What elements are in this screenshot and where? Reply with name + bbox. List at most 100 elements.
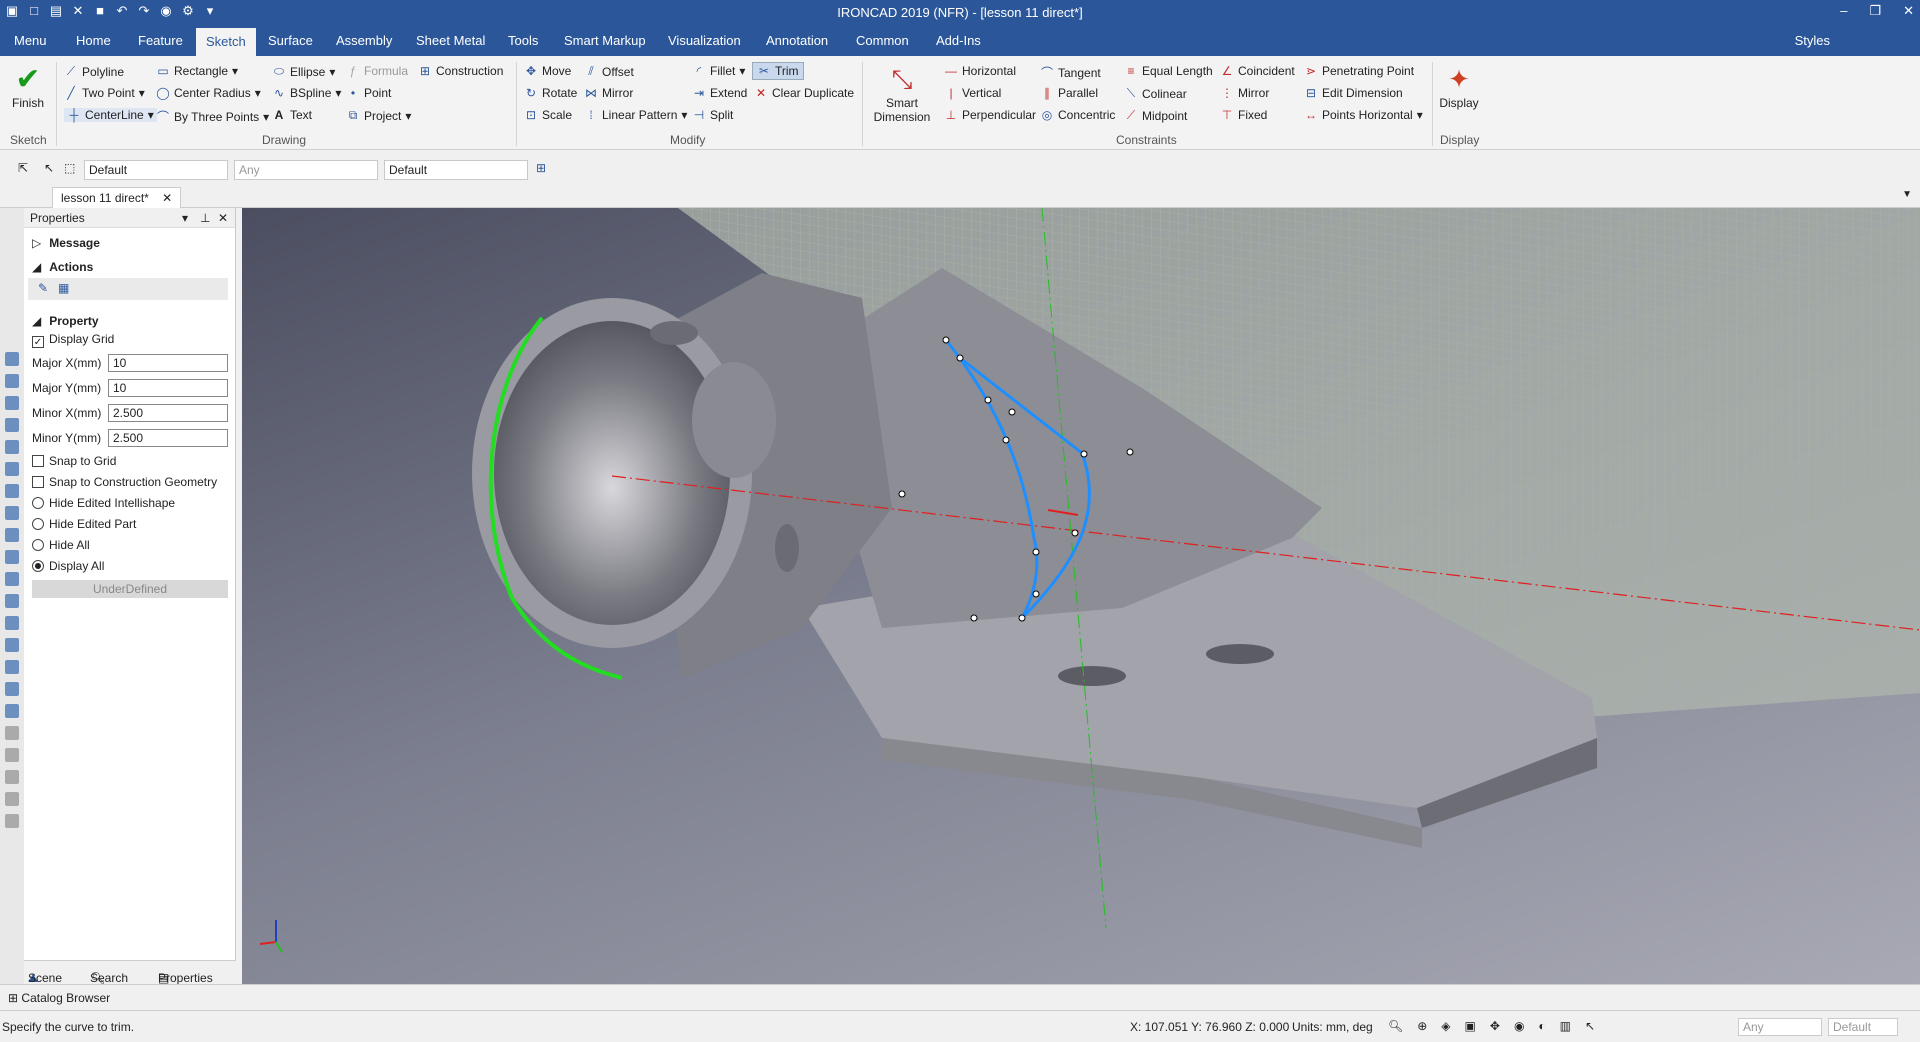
- tab-annotation[interactable]: Annotation: [766, 33, 828, 48]
- sketch-point[interactable]: [956, 354, 964, 362]
- tool-icon[interactable]: [5, 682, 19, 696]
- view-cube-icon[interactable]: ◈: [1441, 1019, 1450, 1033]
- view-orient-icon[interactable]: ▣: [1465, 1019, 1476, 1033]
- tool-icon[interactable]: [5, 638, 19, 652]
- sketch-point[interactable]: [1071, 529, 1079, 537]
- snap-to-grid-checkbox[interactable]: Snap to Grid: [32, 454, 116, 468]
- pan-icon[interactable]: ✥: [1490, 1019, 1500, 1033]
- tab-feature[interactable]: Feature: [138, 33, 183, 48]
- tree-icon[interactable]: ⊞: [536, 161, 546, 175]
- centerline-button[interactable]: ┼ CenterLine ▾: [64, 108, 157, 122]
- edit-dimension-button[interactable]: ⊟ Edit Dimension: [1304, 86, 1403, 100]
- edit-icon[interactable]: ✎: [38, 281, 48, 295]
- status-button[interactable]: UnderDefined: [32, 580, 228, 598]
- mirror-button[interactable]: ⋈ Mirror: [584, 86, 633, 100]
- horizontal-button[interactable]: — Horizontal: [944, 64, 1016, 78]
- message-section[interactable]: ▷ Message: [32, 236, 100, 250]
- tool-icon[interactable]: [5, 440, 19, 454]
- zoom-icon[interactable]: 🔍︎: [1388, 1019, 1403, 1033]
- shading-icon[interactable]: ◐: [1538, 1019, 1545, 1033]
- tool-icon[interactable]: [5, 726, 19, 740]
- colinear-button[interactable]: ⟍ Colinear: [1124, 86, 1187, 101]
- ellipse-button[interactable]: ⬭ Ellipse ▾: [272, 64, 336, 79]
- fillet-button[interactable]: ◜ Fillet ▾: [692, 64, 746, 78]
- split-button[interactable]: ⊣ Split: [692, 108, 734, 122]
- tool-icon[interactable]: [5, 506, 19, 520]
- point-button[interactable]: • Point: [346, 86, 391, 100]
- midpoint-button[interactable]: ⟋ Midpoint: [1124, 108, 1188, 123]
- tool-icon[interactable]: [5, 352, 19, 366]
- sketch-point[interactable]: [984, 396, 992, 404]
- tool-icon[interactable]: [5, 660, 19, 674]
- hide-edited-part-radio[interactable]: Hide Edited Part: [32, 517, 136, 531]
- chevron-down-icon[interactable]: ▾: [182, 211, 188, 225]
- tool-icon[interactable]: [5, 704, 19, 718]
- points-horizontal-button[interactable]: ↔ Points Horizontal ▾: [1304, 108, 1423, 122]
- formula-button[interactable]: ƒ Formula: [346, 64, 408, 78]
- filter-icon[interactable]: ⇱: [18, 161, 28, 175]
- display-all-radio[interactable]: Display All: [32, 559, 104, 573]
- parallel-button[interactable]: ∥ Parallel: [1040, 86, 1098, 100]
- sketch-point[interactable]: [970, 614, 978, 622]
- coincident-button[interactable]: ∠ Coincident: [1220, 64, 1295, 78]
- property-section[interactable]: ◢ Property: [32, 314, 99, 328]
- tool-icon[interactable]: [5, 572, 19, 586]
- actions-section[interactable]: ◢ Actions: [32, 260, 93, 274]
- text-button[interactable]: A Text: [272, 108, 312, 122]
- sketch-point[interactable]: [898, 490, 906, 498]
- zoom-window-icon[interactable]: ⊕: [1417, 1019, 1427, 1033]
- tab-sketch[interactable]: Sketch: [196, 28, 256, 56]
- tool-icon[interactable]: [5, 792, 19, 806]
- display-button[interactable]: ✦ Display: [1438, 62, 1480, 110]
- tab-common[interactable]: Common: [856, 33, 909, 48]
- finish-button[interactable]: ✔ Finish: [8, 64, 48, 111]
- fixed-button[interactable]: ⊤ Fixed: [1220, 108, 1268, 122]
- style-combo-2[interactable]: Default: [384, 160, 528, 180]
- pointer-icon[interactable]: ↖: [44, 161, 54, 175]
- major-x-input[interactable]: 10: [108, 354, 228, 372]
- style-combo-1[interactable]: Default: [84, 160, 228, 180]
- tangent-button[interactable]: ⌒ Tangent: [1040, 64, 1101, 81]
- tab-menu[interactable]: Menu: [14, 33, 47, 48]
- trim-button[interactable]: ✂ Trim: [752, 62, 804, 80]
- hide-edited-intellishape-radio[interactable]: Hide Edited Intellishape: [32, 496, 175, 510]
- tool-icon[interactable]: [5, 418, 19, 432]
- project-button[interactable]: ⧉ Project ▾: [346, 108, 412, 123]
- by-three-points-button[interactable]: ⌒ By Three Points ▾: [156, 108, 269, 125]
- close-tab-icon[interactable]: ✕: [162, 191, 172, 205]
- minor-x-input[interactable]: 2.500: [108, 404, 228, 422]
- tool-icon[interactable]: [5, 396, 19, 410]
- tab-tools[interactable]: Tools: [508, 33, 538, 48]
- tool-icon[interactable]: [5, 770, 19, 784]
- linear-pattern-button[interactable]: ⁞ Linear Pattern ▾: [584, 108, 687, 122]
- hide-all-radio[interactable]: Hide All: [32, 538, 90, 552]
- move-button[interactable]: ✥ Move: [524, 64, 571, 78]
- display-grid-checkbox[interactable]: ✓ Display Grid: [32, 332, 114, 348]
- tab-home[interactable]: Home: [76, 33, 111, 48]
- tab-smart-markup[interactable]: Smart Markup: [564, 33, 646, 48]
- catalog-browser-tab[interactable]: ⊞ Catalog Browser: [8, 991, 110, 1005]
- smart-dimension-button[interactable]: ⤡ Smart Dimension: [866, 62, 938, 124]
- concentric-button[interactable]: ◎ Concentric: [1040, 108, 1116, 122]
- status-style-combo[interactable]: Default: [1828, 1018, 1898, 1036]
- 3d-viewport[interactable]: [242, 207, 1920, 984]
- sketch-point[interactable]: [1032, 590, 1040, 598]
- tab-add-ins[interactable]: Add-Ins: [936, 33, 981, 48]
- tab-surface[interactable]: Surface: [268, 33, 313, 48]
- center-radius-button[interactable]: ◯ Center Radius ▾: [156, 86, 260, 100]
- pin-icon[interactable]: ⊥: [200, 211, 210, 225]
- extend-button[interactable]: ⇥ Extend: [692, 86, 747, 100]
- tool-icon[interactable]: [5, 814, 19, 828]
- restore-icon[interactable]: ❐: [1869, 3, 1881, 19]
- sketch-point[interactable]: [1080, 450, 1088, 458]
- table-icon[interactable]: ▦: [58, 281, 69, 295]
- two-point-button[interactable]: ╱ Two Point ▾: [64, 86, 144, 100]
- rectangle-button[interactable]: ▭ Rectangle ▾: [156, 64, 238, 78]
- minimize-icon[interactable]: –: [1840, 3, 1847, 19]
- construction-button[interactable]: ⊞ Construction: [418, 64, 503, 78]
- tab-visualization[interactable]: Visualization: [668, 33, 741, 48]
- sketch-point[interactable]: [1032, 548, 1040, 556]
- document-tab[interactable]: lesson 11 direct* ✕: [52, 187, 182, 208]
- major-y-input[interactable]: 10: [108, 379, 228, 397]
- tool-icon[interactable]: [5, 528, 19, 542]
